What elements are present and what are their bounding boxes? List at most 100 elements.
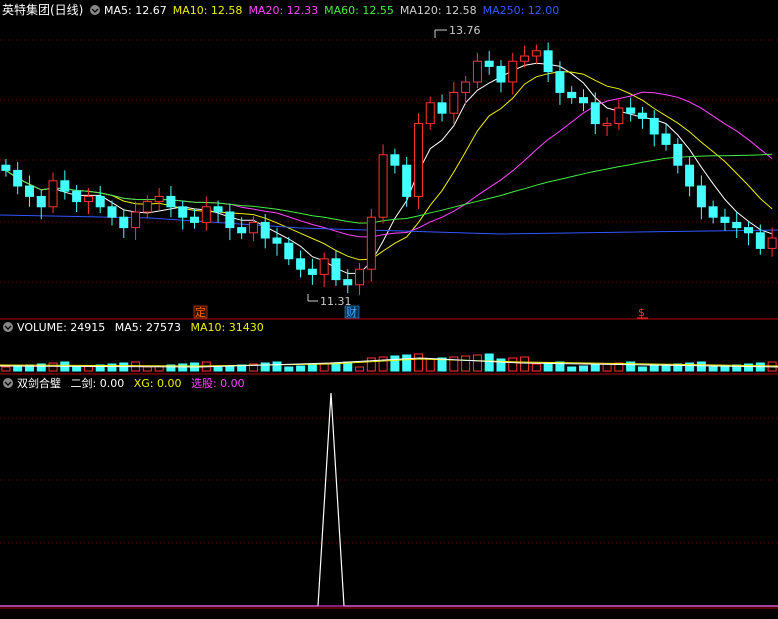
ma-line (5, 153, 773, 224)
candle-body (331, 258, 341, 281)
indicator-header: 双剑合璧 二剑: 0.00 XG: 0.00 选股: 0.00 (3, 376, 245, 390)
volume-bar (602, 363, 612, 372)
volume-collapse-button[interactable] (3, 322, 13, 332)
moving-average-lines (0, 62, 778, 274)
volume-bar (284, 366, 294, 372)
volume-bar (378, 356, 388, 372)
candle-body (154, 195, 164, 203)
candle-body (685, 164, 695, 187)
candle-body (508, 60, 518, 83)
event-marker-dollar[interactable]: $ (637, 306, 648, 319)
candle-body (142, 201, 152, 213)
volume-bar (272, 361, 282, 372)
main-header: 英特集团(日线) MA5: 12.67 MA10: 12.58 MA20: 12.3… (2, 2, 559, 17)
volume-bar (307, 364, 317, 372)
candle-body (366, 216, 376, 270)
volume-bar (708, 366, 718, 372)
candle-body (201, 206, 211, 223)
indicator-lines (0, 392, 778, 607)
candle-body (579, 97, 588, 104)
candle-body (461, 81, 471, 93)
candle-body (696, 185, 706, 208)
chart-window: 13.76 11.31 定 财 $ 英特集团(日线) MA5: 12.67 MA… (0, 0, 778, 615)
indicator-collapse-button[interactable] (3, 378, 13, 388)
candle-body (307, 268, 317, 275)
volume-bar (260, 362, 270, 372)
candle-body (720, 216, 730, 223)
candle-body (413, 123, 423, 197)
candle-body (567, 91, 577, 99)
candle-body (425, 102, 435, 125)
volume-ma-lines (0, 357, 778, 368)
indicator-v2: XG: 0.00 (134, 377, 182, 390)
event-marker-cai[interactable]: 财 (344, 305, 360, 319)
candle-body (190, 216, 199, 223)
volume-bar (484, 353, 494, 372)
candle-body (555, 71, 565, 93)
candle-body (1, 164, 11, 171)
main-collapse-button[interactable] (90, 5, 100, 15)
marker-cai-text: 财 (346, 305, 357, 319)
marker-dollar-text: $ (638, 306, 645, 319)
indicator-v3: 选股: 0.00 (191, 377, 245, 390)
candle-body (72, 190, 82, 203)
volume-bar (213, 366, 223, 372)
candle-body (213, 206, 223, 213)
indicator-name: 双剑合璧 (17, 376, 61, 390)
candle-body (626, 107, 636, 114)
candle-body (24, 185, 34, 197)
volume-bar (413, 353, 423, 372)
ma250-line (0, 214, 778, 235)
candle-body (13, 169, 23, 187)
candle-body (661, 133, 671, 145)
volume-bar (520, 356, 530, 372)
svg-text:双剑合璧 二剑: 0.00: 双剑合璧 二剑: 0.00 XG: 0.00 选股: 0.00 (17, 376, 245, 390)
candle-body (520, 55, 530, 62)
candle-body (402, 164, 412, 197)
candle-body (673, 143, 683, 166)
ma-legend-item: MA250: 12.00 (483, 4, 560, 17)
candle-body (131, 211, 141, 229)
candle-body (755, 232, 765, 249)
candle-body (119, 216, 129, 229)
volume-bars (1, 353, 777, 372)
volume-bar (390, 355, 400, 372)
candle-body (48, 180, 58, 208)
candle-body (36, 195, 46, 208)
volume-bar (425, 358, 435, 372)
candle-body (543, 50, 553, 73)
volume-bar (590, 364, 600, 372)
volume-bar (461, 355, 471, 372)
candle-body (166, 195, 176, 208)
candle-body (614, 107, 624, 125)
volume-bar (366, 357, 376, 372)
frames (0, 318, 778, 609)
candle-body (178, 206, 188, 218)
candle-body (378, 154, 388, 218)
volume-bar (567, 366, 577, 372)
indicator-v1: 二剑: 0.00 (71, 376, 125, 390)
candle-body (590, 102, 600, 125)
candle-body (355, 268, 365, 286)
candle-body (95, 195, 105, 208)
candle-body (390, 154, 400, 166)
volume-bar (496, 358, 506, 372)
indicator-spike-line (0, 392, 778, 607)
ma-legend-item: MA5: 12.67 (104, 4, 167, 17)
candle-body (496, 65, 506, 83)
grid-lines (0, 39, 778, 544)
candle-body (637, 112, 647, 119)
event-marker-ding[interactable]: 定 (193, 305, 208, 319)
volume-bar (1, 366, 11, 372)
candle-body (531, 50, 541, 57)
volume-bar (579, 365, 588, 372)
candle-body (225, 211, 235, 229)
ma-legend-item: MA60: 12.55 (324, 4, 394, 17)
volume-ma5: MA5: 27573 (115, 321, 181, 334)
high-annotation: 13.76 (434, 24, 481, 38)
volume-bar (296, 365, 306, 372)
volume-bar (531, 363, 541, 372)
ma-legend-item: MA20: 12.33 (248, 4, 318, 17)
volume-bar (661, 364, 671, 372)
volume-value: VOLUME: 24915 (17, 321, 105, 334)
